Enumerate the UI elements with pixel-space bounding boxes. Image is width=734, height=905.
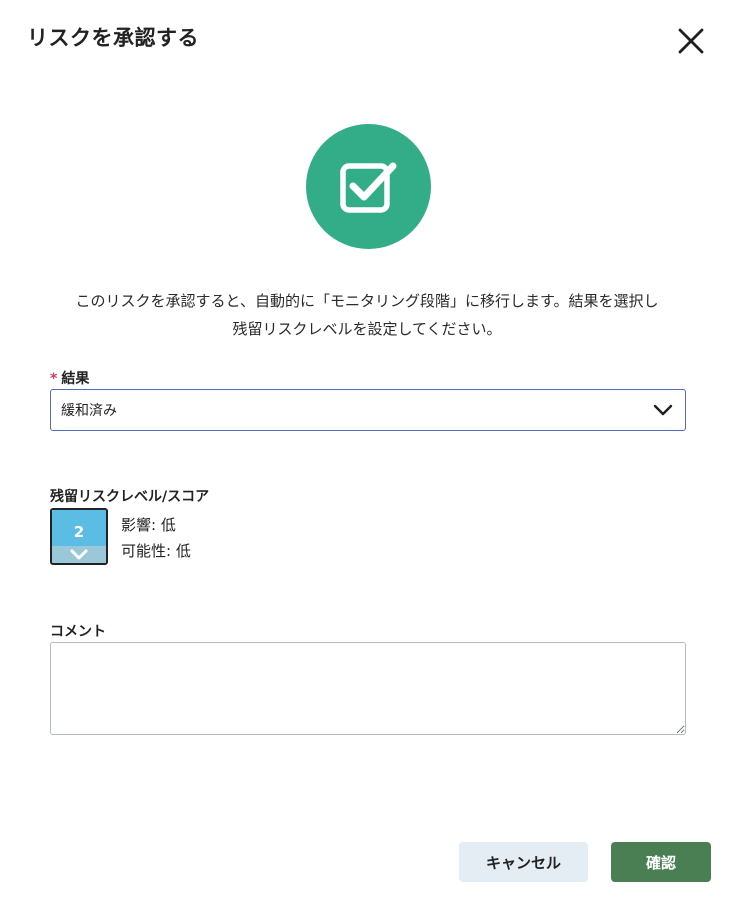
result-select[interactable]: 緩和済み xyxy=(50,389,686,431)
description-line-1: このリスクを承認すると、自動的に「モニタリング段階」に移行します。結果を選択し xyxy=(75,292,659,310)
result-field-label: * 結果 xyxy=(50,368,89,388)
result-select-value: 緩和済み xyxy=(61,403,117,419)
score-expand-area xyxy=(52,546,106,563)
check-square-icon xyxy=(339,162,396,213)
result-label-text: 結果 xyxy=(61,371,90,387)
close-icon xyxy=(678,28,704,54)
dialog-title: リスクを承認する xyxy=(27,26,199,50)
chevron-down-icon xyxy=(653,400,673,420)
residual-risk-label: 残留リスクレベル/スコア xyxy=(50,489,210,505)
success-badge xyxy=(306,124,431,249)
cancel-button[interactable]: キャンセル xyxy=(459,842,588,882)
description-line-2: 残留リスクレベルを設定してください。 xyxy=(232,320,502,338)
likelihood-text: 可能性: 低 xyxy=(121,542,191,560)
close-button[interactable] xyxy=(672,22,710,60)
description-text: このリスクを承認すると、自動的に「モニタリング段階」に移行します。結果を選択し … xyxy=(20,287,714,343)
required-indicator: * xyxy=(50,371,58,387)
impact-text: 影響: 低 xyxy=(121,516,176,534)
comment-textarea[interactable] xyxy=(50,642,686,735)
risk-score-value: 2 xyxy=(52,510,106,546)
chevron-down-icon xyxy=(70,549,88,560)
confirm-button[interactable]: 確認 xyxy=(611,842,711,882)
residual-risk-score-tile[interactable]: 2 xyxy=(50,508,108,565)
comment-label: コメント xyxy=(50,624,106,640)
